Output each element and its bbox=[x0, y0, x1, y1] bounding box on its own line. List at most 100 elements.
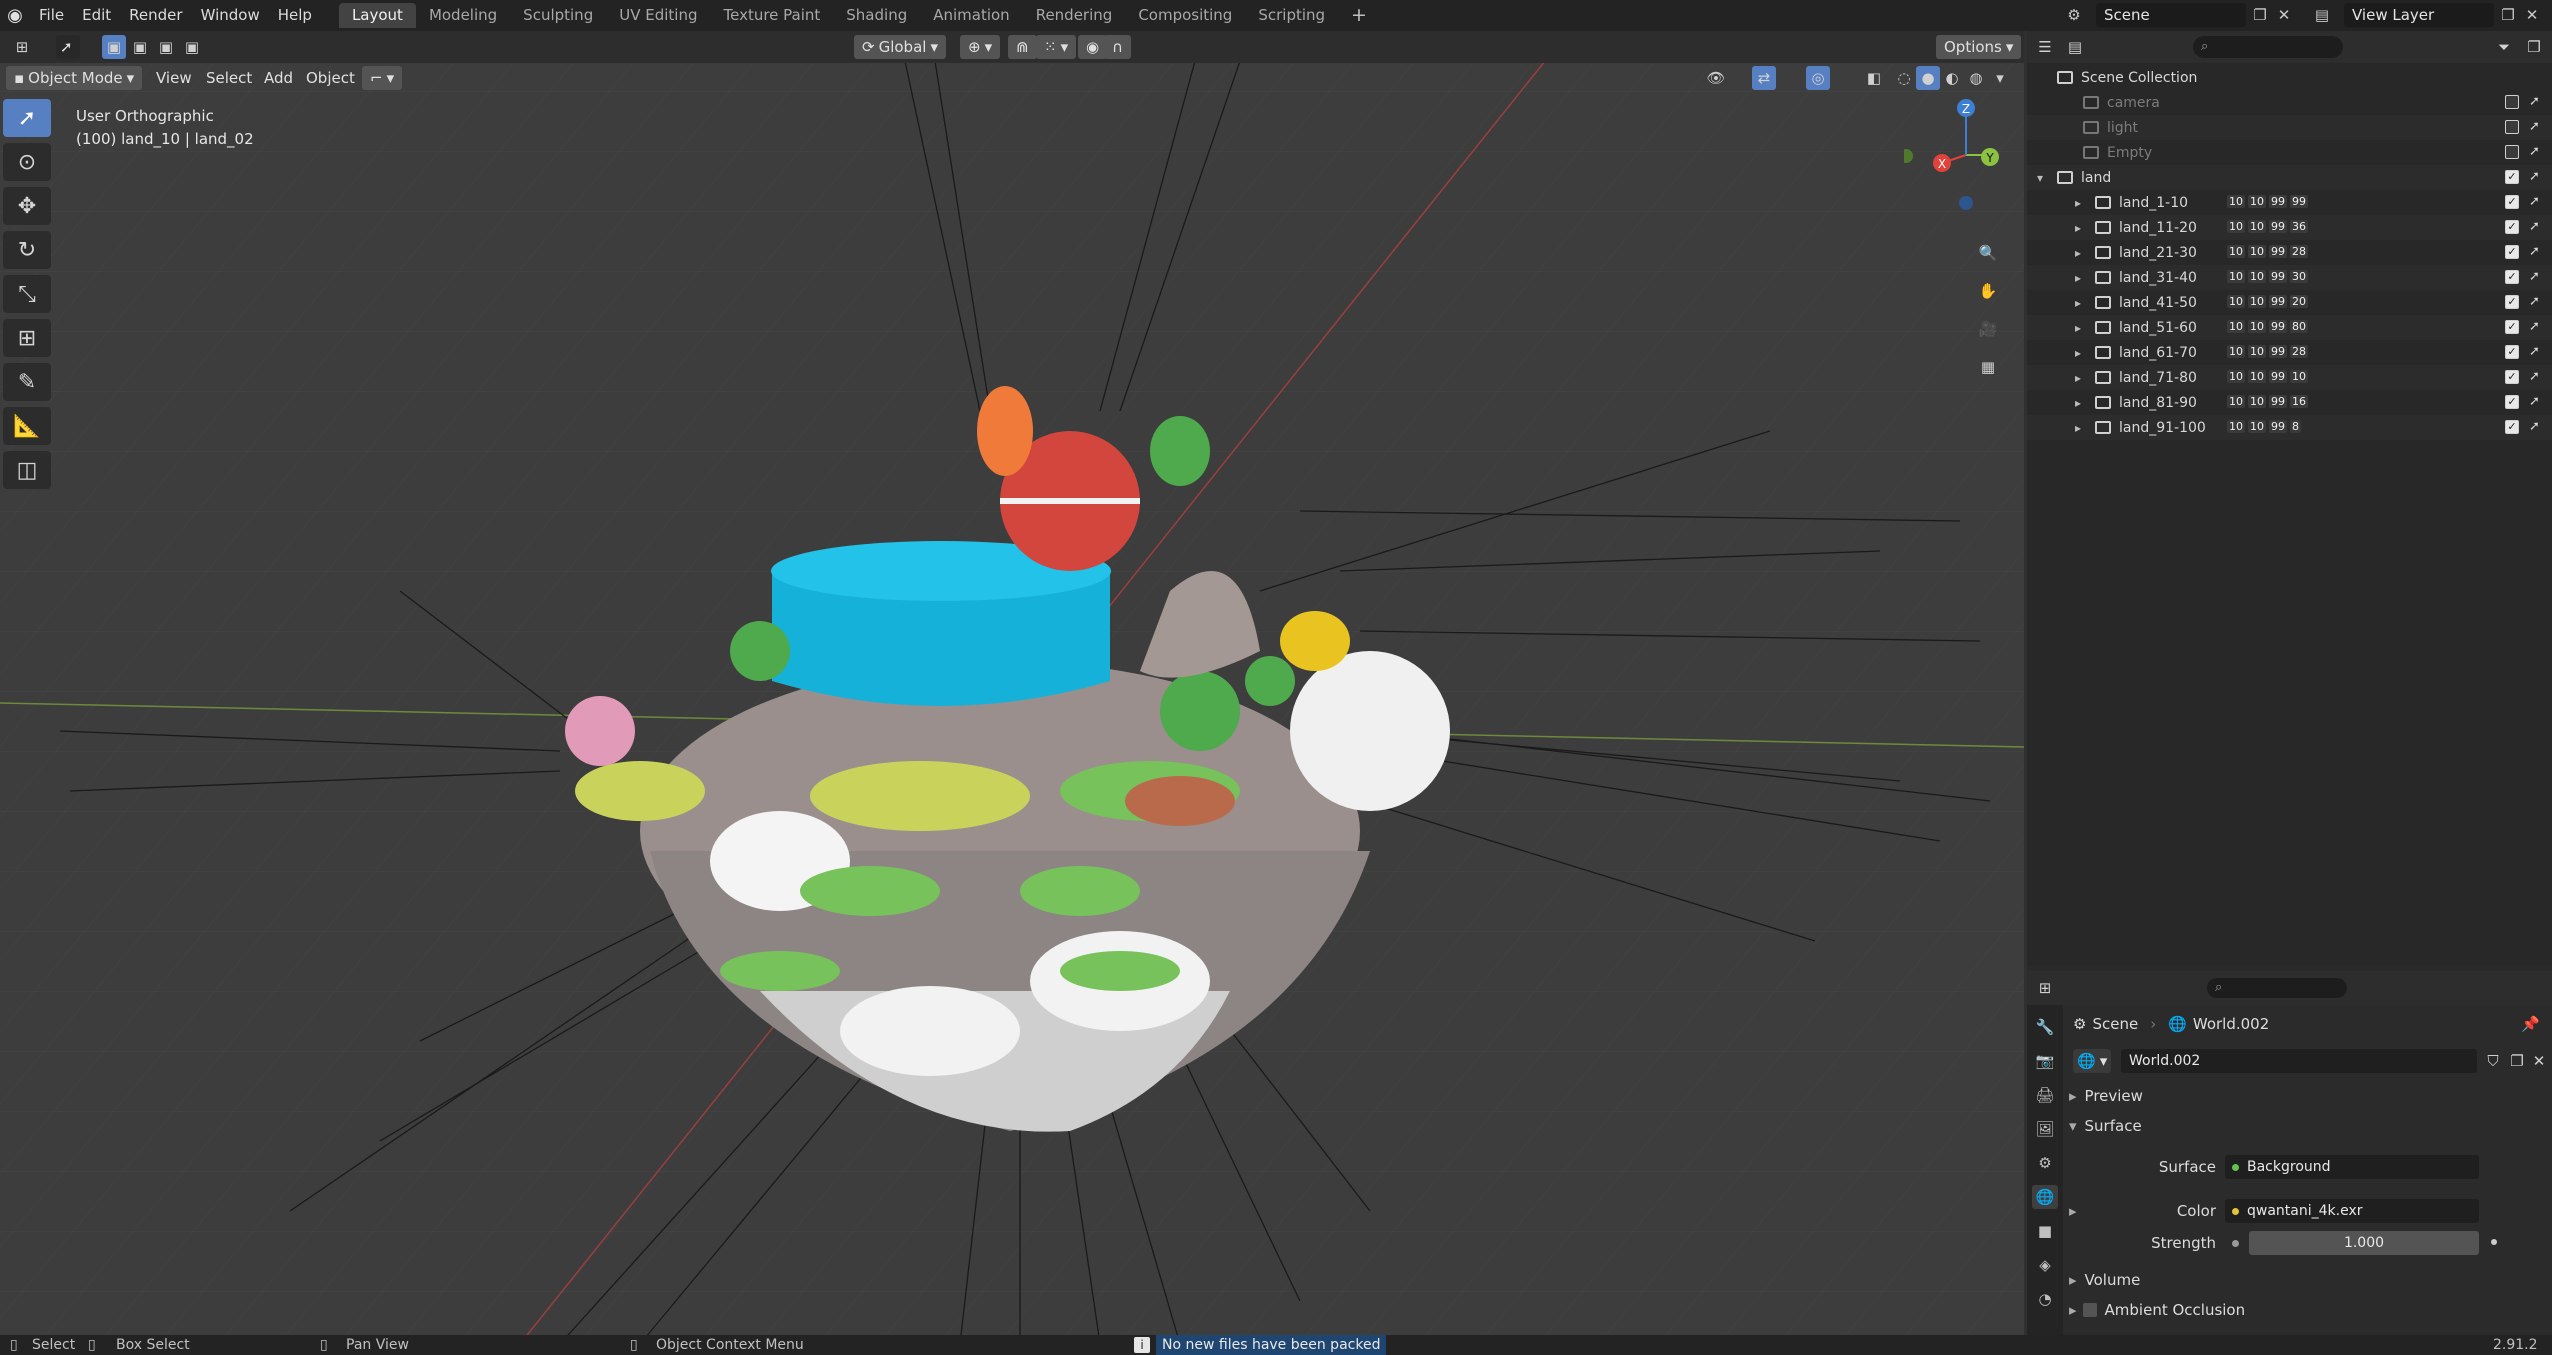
selectable-cursor-icon[interactable]: ➚ bbox=[2529, 269, 2540, 284]
selection-mode-subtract-icon[interactable]: ▣ bbox=[154, 35, 178, 59]
camera-view-icon[interactable]: 🎥 bbox=[1976, 317, 2000, 341]
menu-select[interactable]: Select bbox=[198, 66, 260, 90]
surface-panel-header[interactable]: ▾ Surface bbox=[2063, 1117, 2552, 1135]
selectable-cursor-icon[interactable]: ➚ bbox=[2529, 194, 2540, 209]
chevron-right-icon[interactable]: ▸ bbox=[2075, 371, 2081, 385]
menu-edit[interactable]: Edit bbox=[73, 0, 120, 31]
chevron-down-icon[interactable]: ▾ bbox=[2037, 171, 2043, 185]
move-tool-icon[interactable]: ✥ bbox=[3, 187, 51, 225]
outliner-item-children-counts[interactable]: 10 10 99 80 bbox=[2227, 320, 2308, 333]
properties-search-input[interactable]: ⌕ bbox=[2207, 978, 2347, 998]
exclude-checkbox[interactable]: ✓ bbox=[2505, 345, 2519, 359]
chevron-right-icon[interactable]: ▸ bbox=[2075, 271, 2081, 285]
menu-window[interactable]: Window bbox=[192, 0, 269, 31]
chevron-right-icon[interactable]: ▸ bbox=[2069, 1202, 2077, 1220]
measure-tool-icon[interactable]: 📐 bbox=[3, 407, 51, 445]
outliner-item-children-counts[interactable]: 10 10 99 16 bbox=[2227, 395, 2308, 408]
outliner-editor-icon[interactable]: ☰ bbox=[2033, 35, 2057, 59]
selectable-cursor-icon[interactable]: ➚ bbox=[2529, 319, 2540, 334]
selectable-cursor-icon[interactable]: ➚ bbox=[2529, 344, 2540, 359]
outliner-item[interactable]: light ➚ bbox=[2027, 115, 2552, 140]
chevron-right-icon[interactable]: ▸ bbox=[2075, 196, 2081, 210]
fake-user-shield-icon[interactable]: ⛉ bbox=[2481, 1049, 2505, 1073]
filter-icon[interactable]: ⏷ bbox=[2492, 35, 2516, 59]
keyframe-dot-icon[interactable] bbox=[2491, 1239, 2497, 1245]
outliner-item-children-counts[interactable]: 10 10 99 20 bbox=[2227, 295, 2308, 308]
options-dropdown[interactable]: Options ▾ bbox=[1936, 35, 2022, 59]
modifier-tab-icon[interactable]: ◈ bbox=[2032, 1253, 2058, 1277]
exclude-checkbox[interactable]: ✓ bbox=[2505, 270, 2519, 284]
menu-file[interactable]: File bbox=[30, 0, 73, 31]
outliner-search-input[interactable]: ⌕ bbox=[2193, 36, 2343, 58]
transform-tool-icon[interactable]: ⊞ bbox=[3, 319, 51, 357]
unlink-world-icon[interactable]: ✕ bbox=[2527, 1049, 2551, 1073]
tab-rendering[interactable]: Rendering bbox=[1023, 3, 1126, 28]
selectable-cursor-icon[interactable]: ➚ bbox=[2529, 419, 2540, 434]
tab-scripting[interactable]: Scripting bbox=[1245, 3, 1338, 28]
world-browse-button[interactable]: 🌐 ▾ bbox=[2073, 1049, 2112, 1073]
menu-add[interactable]: Add bbox=[256, 66, 301, 90]
outliner-item[interactable]: ▸ land_91-100 10 10 99 8 ✓ ➚ bbox=[2027, 415, 2552, 440]
outliner-item[interactable]: ▸ land_11-20 10 10 99 36 ✓ ➚ bbox=[2027, 215, 2552, 240]
scene-selector[interactable]: Scene bbox=[2096, 3, 2246, 27]
exclude-checkbox[interactable]: ✓ bbox=[2505, 220, 2519, 234]
menu-render[interactable]: Render bbox=[120, 0, 191, 31]
outliner-item[interactable]: ▸ land_61-70 10 10 99 28 ✓ ➚ bbox=[2027, 340, 2552, 365]
pivot-point-dropdown[interactable]: ⊕ ▾ bbox=[960, 35, 1001, 59]
tab-layout[interactable]: Layout bbox=[338, 3, 416, 28]
outliner-item-children-counts[interactable]: 10 10 99 8 bbox=[2227, 420, 2301, 433]
add-workspace-button[interactable]: + bbox=[1338, 3, 1380, 28]
chevron-right-icon[interactable]: ▸ bbox=[2075, 421, 2081, 435]
exclude-checkbox[interactable]: ✓ bbox=[2505, 245, 2519, 259]
selectable-cursor-icon[interactable]: ➚ bbox=[2529, 369, 2540, 384]
selectable-cursor-icon[interactable]: ➚ bbox=[2529, 94, 2540, 109]
xray-toggle-icon[interactable]: ◧ bbox=[1862, 66, 1886, 90]
exclude-checkbox[interactable]: ✓ bbox=[2505, 295, 2519, 309]
overlays-toggle-icon[interactable]: ◎ bbox=[1806, 66, 1830, 90]
ambient-occlusion-checkbox[interactable] bbox=[2082, 1303, 2097, 1317]
view-layer-icon[interactable]: ▤ bbox=[2310, 4, 2334, 26]
select-tool-icon[interactable]: ➚ bbox=[56, 35, 80, 59]
properties-editor-icon[interactable]: ⊞ bbox=[2033, 976, 2057, 1000]
physics-tab-icon[interactable]: ◔ bbox=[2032, 1287, 2058, 1311]
visibility-icon[interactable]: 👁 bbox=[1704, 66, 1728, 90]
delete-scene-icon[interactable]: ✕ bbox=[2272, 4, 2296, 26]
outliner-item-children-counts[interactable]: 10 10 99 28 bbox=[2227, 345, 2308, 358]
outliner-item-children-counts[interactable]: 10 10 99 10 bbox=[2227, 370, 2308, 383]
exclude-checkbox[interactable]: ✓ bbox=[2505, 320, 2519, 334]
snap-toggle[interactable]: ⋒ bbox=[1008, 35, 1037, 59]
outliner-item-children-counts[interactable]: 10 10 99 30 bbox=[2227, 270, 2308, 283]
world-name-field[interactable]: World.002 bbox=[2121, 1049, 2477, 1073]
3d-viewport[interactable]: ⊞ ➚ ▣ ▣ ▣ ▣ ⟳ Global ▾ ⊕ ▾ ⋒ ⁙ ▾ ◉ ∩ Optio… bbox=[0, 31, 2024, 1344]
exclude-checkbox[interactable] bbox=[2505, 120, 2519, 134]
exclude-checkbox[interactable]: ✓ bbox=[2505, 370, 2519, 384]
selectable-cursor-icon[interactable]: ➚ bbox=[2529, 169, 2540, 184]
outliner-item-children-counts[interactable]: 10 10 99 28 bbox=[2227, 245, 2308, 258]
wireframe-shading-icon[interactable]: ◌ bbox=[1892, 66, 1916, 90]
color-texture-field[interactable]: qwantani_4k.exr bbox=[2225, 1199, 2479, 1223]
add-cube-tool-icon[interactable]: ◫ bbox=[3, 451, 51, 489]
exclude-checkbox[interactable]: ✓ bbox=[2505, 170, 2519, 184]
transform-orientation-dropdown[interactable]: ⟳ Global ▾ bbox=[854, 35, 946, 59]
zoom-icon[interactable]: 🔍 bbox=[1976, 241, 2000, 265]
axis-gizmo[interactable]: X Y Z bbox=[1904, 93, 2024, 213]
rotate-tool-icon[interactable]: ↻ bbox=[3, 231, 51, 269]
outliner-item[interactable]: ▸ land_81-90 10 10 99 16 ✓ ➚ bbox=[2027, 390, 2552, 415]
outliner-item[interactable]: Empty ➚ bbox=[2027, 140, 2552, 165]
new-view-layer-icon[interactable]: ❐ bbox=[2496, 4, 2520, 26]
annotate-tool-icon[interactable]: ✎ bbox=[3, 363, 51, 401]
object-tab-icon[interactable]: ■ bbox=[2032, 1219, 2058, 1243]
chevron-right-icon[interactable]: ▸ bbox=[2075, 346, 2081, 360]
material-preview-icon[interactable]: ◐ bbox=[1940, 66, 1964, 90]
selectable-cursor-icon[interactable]: ➚ bbox=[2529, 394, 2540, 409]
selectable-cursor-icon[interactable]: ➚ bbox=[2529, 119, 2540, 134]
outliner-item[interactable]: ▸ land_71-80 10 10 99 10 ✓ ➚ bbox=[2027, 365, 2552, 390]
scene-collection-row[interactable]: Scene Collection bbox=[2027, 65, 2552, 90]
exclude-checkbox[interactable] bbox=[2505, 95, 2519, 109]
outliner-item[interactable]: ▾ land ✓ ➚ bbox=[2027, 165, 2552, 190]
menu-help[interactable]: Help bbox=[269, 0, 321, 31]
outliner-item[interactable]: ▸ land_1-10 10 10 99 99 ✓ ➚ bbox=[2027, 190, 2552, 215]
new-collection-icon[interactable]: ❐ bbox=[2522, 35, 2546, 59]
view-layer-tab-icon[interactable]: 🖼 bbox=[2032, 1117, 2058, 1141]
exclude-checkbox[interactable] bbox=[2505, 145, 2519, 159]
